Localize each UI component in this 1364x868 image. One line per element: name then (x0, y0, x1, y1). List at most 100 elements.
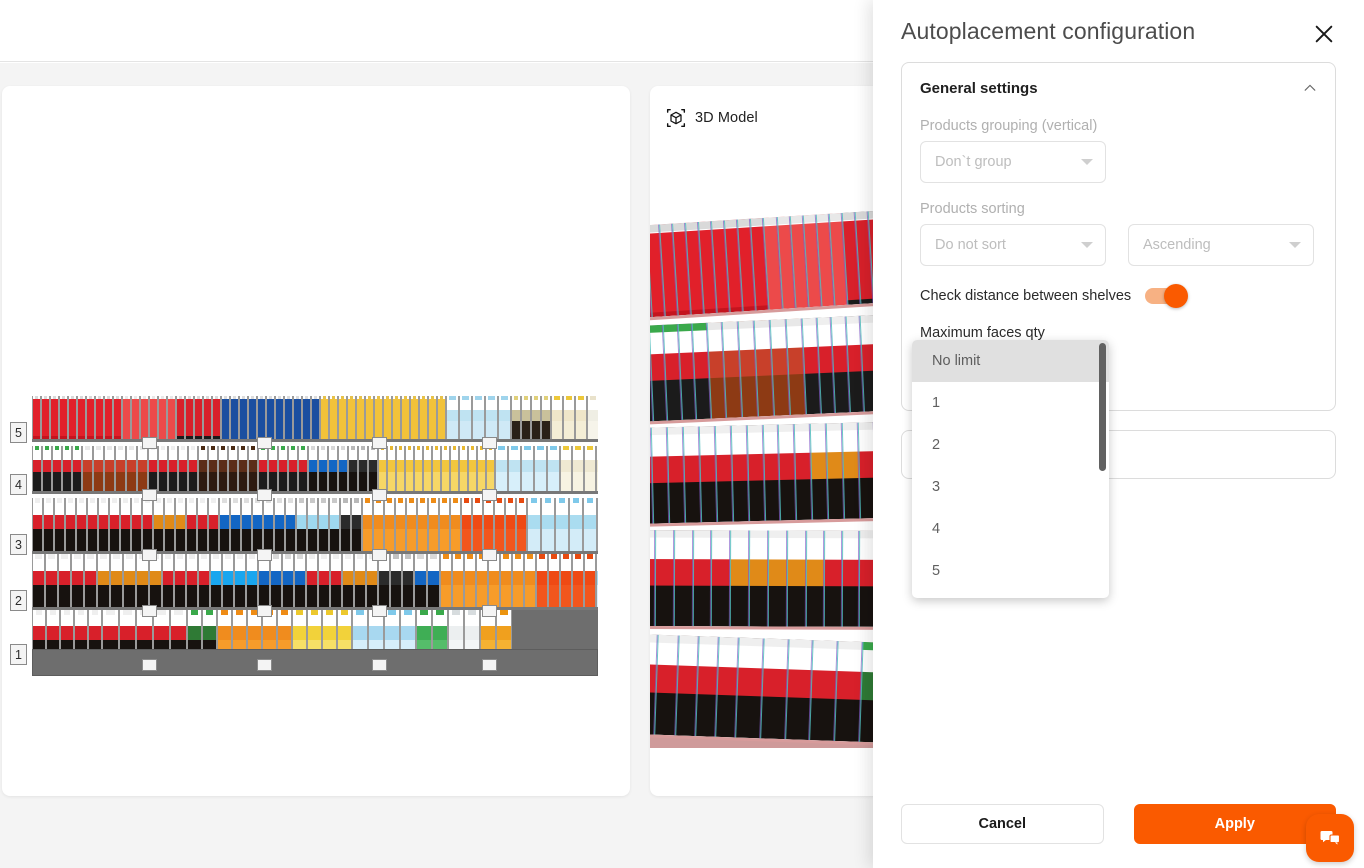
product-facing[interactable] (266, 396, 275, 439)
product-facing[interactable] (365, 396, 374, 439)
check-distance-toggle[interactable] (1145, 288, 1183, 304)
chevron-up-icon[interactable] (1303, 81, 1317, 95)
product-facing[interactable] (176, 396, 185, 439)
product-facing[interactable] (441, 446, 450, 491)
product-facing[interactable] (198, 446, 208, 491)
product-facing[interactable] (95, 396, 104, 439)
product-facing[interactable] (366, 554, 378, 607)
product-facing[interactable] (596, 554, 598, 607)
product-facing[interactable] (401, 396, 410, 439)
product-facing[interactable] (440, 554, 452, 607)
product-facing[interactable] (230, 498, 241, 551)
product-facing[interactable] (427, 554, 440, 607)
product-facing[interactable] (587, 396, 598, 439)
product-facing[interactable] (188, 446, 198, 491)
product-facing[interactable] (575, 396, 587, 439)
product-facing[interactable] (76, 498, 87, 551)
planogram-shelf[interactable] (32, 554, 598, 610)
product-facing[interactable] (115, 446, 126, 491)
planogram-2d-card[interactable]: 54321 (2, 86, 630, 796)
product-facing[interactable] (59, 396, 68, 439)
product-facing[interactable] (142, 498, 153, 551)
product-facing[interactable] (410, 396, 419, 439)
product-facing[interactable] (302, 396, 311, 439)
product-facing[interactable] (358, 446, 368, 491)
product-facing[interactable] (406, 498, 417, 551)
dropdown-option[interactable]: 5 (912, 550, 1109, 592)
product-facing[interactable] (97, 554, 110, 607)
product-facing[interactable] (104, 446, 115, 491)
product-facing[interactable] (110, 554, 123, 607)
product-facing[interactable] (50, 396, 59, 439)
products-sorting-direction-select[interactable]: Ascending (1128, 224, 1314, 266)
product-facing[interactable] (186, 554, 198, 607)
product-facing[interactable] (320, 396, 329, 439)
product-facing[interactable] (284, 396, 293, 439)
product-facing[interactable] (98, 498, 109, 551)
product-facing[interactable] (572, 554, 584, 607)
product-facing[interactable] (77, 396, 86, 439)
product-facing[interactable] (500, 554, 512, 607)
product-facing[interactable] (378, 554, 390, 607)
product-facing[interactable] (318, 446, 328, 491)
product-facing[interactable] (368, 446, 378, 491)
product-facing[interactable] (402, 554, 414, 607)
product-facing[interactable] (158, 396, 167, 439)
product-facing[interactable] (158, 446, 168, 491)
product-facing[interactable] (93, 446, 104, 491)
product-facing[interactable] (42, 446, 52, 491)
product-facing[interactable] (555, 498, 569, 551)
product-facing[interactable] (82, 446, 93, 491)
product-facing[interactable] (505, 498, 516, 551)
product-facing[interactable] (252, 498, 263, 551)
product-facing[interactable] (294, 554, 306, 607)
shelf-number-label[interactable]: 2 (10, 590, 27, 611)
planogram-shelf[interactable] (32, 446, 598, 494)
product-facing[interactable] (258, 554, 270, 607)
product-facing[interactable] (485, 396, 498, 439)
product-facing[interactable] (560, 554, 572, 607)
product-facing[interactable] (362, 498, 373, 551)
product-facing[interactable] (288, 446, 298, 491)
product-facing[interactable] (461, 498, 472, 551)
product-facing[interactable] (419, 396, 428, 439)
chat-bubbles-icon[interactable] (1306, 814, 1354, 862)
planogram-2d-canvas[interactable]: 54321 (32, 396, 598, 656)
product-facing[interactable] (488, 554, 500, 607)
product-facing[interactable] (560, 446, 572, 491)
product-facing[interactable] (396, 446, 405, 491)
product-facing[interactable] (347, 396, 356, 439)
product-facing[interactable] (450, 446, 459, 491)
product-facing[interactable] (428, 396, 437, 439)
product-facing[interactable] (437, 396, 446, 439)
product-facing[interactable] (584, 554, 596, 607)
product-facing[interactable] (340, 498, 351, 551)
product-facing[interactable] (149, 396, 158, 439)
product-facing[interactable] (186, 498, 197, 551)
product-facing[interactable] (32, 396, 41, 439)
product-facing[interactable] (583, 498, 597, 551)
product-facing[interactable] (534, 446, 547, 491)
product-facing[interactable] (541, 498, 555, 551)
product-facing[interactable] (383, 396, 392, 439)
product-facing[interactable] (596, 446, 598, 491)
product-facing[interactable] (203, 396, 212, 439)
product-facing[interactable] (194, 396, 203, 439)
product-facing[interactable] (86, 396, 95, 439)
product-facing[interactable] (87, 498, 98, 551)
product-facing[interactable] (275, 396, 284, 439)
product-facing[interactable] (219, 498, 230, 551)
product-facing[interactable] (395, 498, 406, 551)
product-facing[interactable] (65, 498, 76, 551)
product-facing[interactable] (293, 396, 302, 439)
product-facing[interactable] (168, 446, 178, 491)
product-facing[interactable] (452, 554, 464, 607)
product-facing[interactable] (68, 396, 77, 439)
product-facing[interactable] (136, 554, 149, 607)
product-facing[interactable] (405, 446, 414, 491)
product-facing[interactable] (298, 446, 308, 491)
dropdown-option[interactable]: No limit (912, 340, 1109, 382)
product-facing[interactable] (495, 446, 508, 491)
product-facing[interactable] (384, 498, 395, 551)
product-facing[interactable] (274, 498, 285, 551)
